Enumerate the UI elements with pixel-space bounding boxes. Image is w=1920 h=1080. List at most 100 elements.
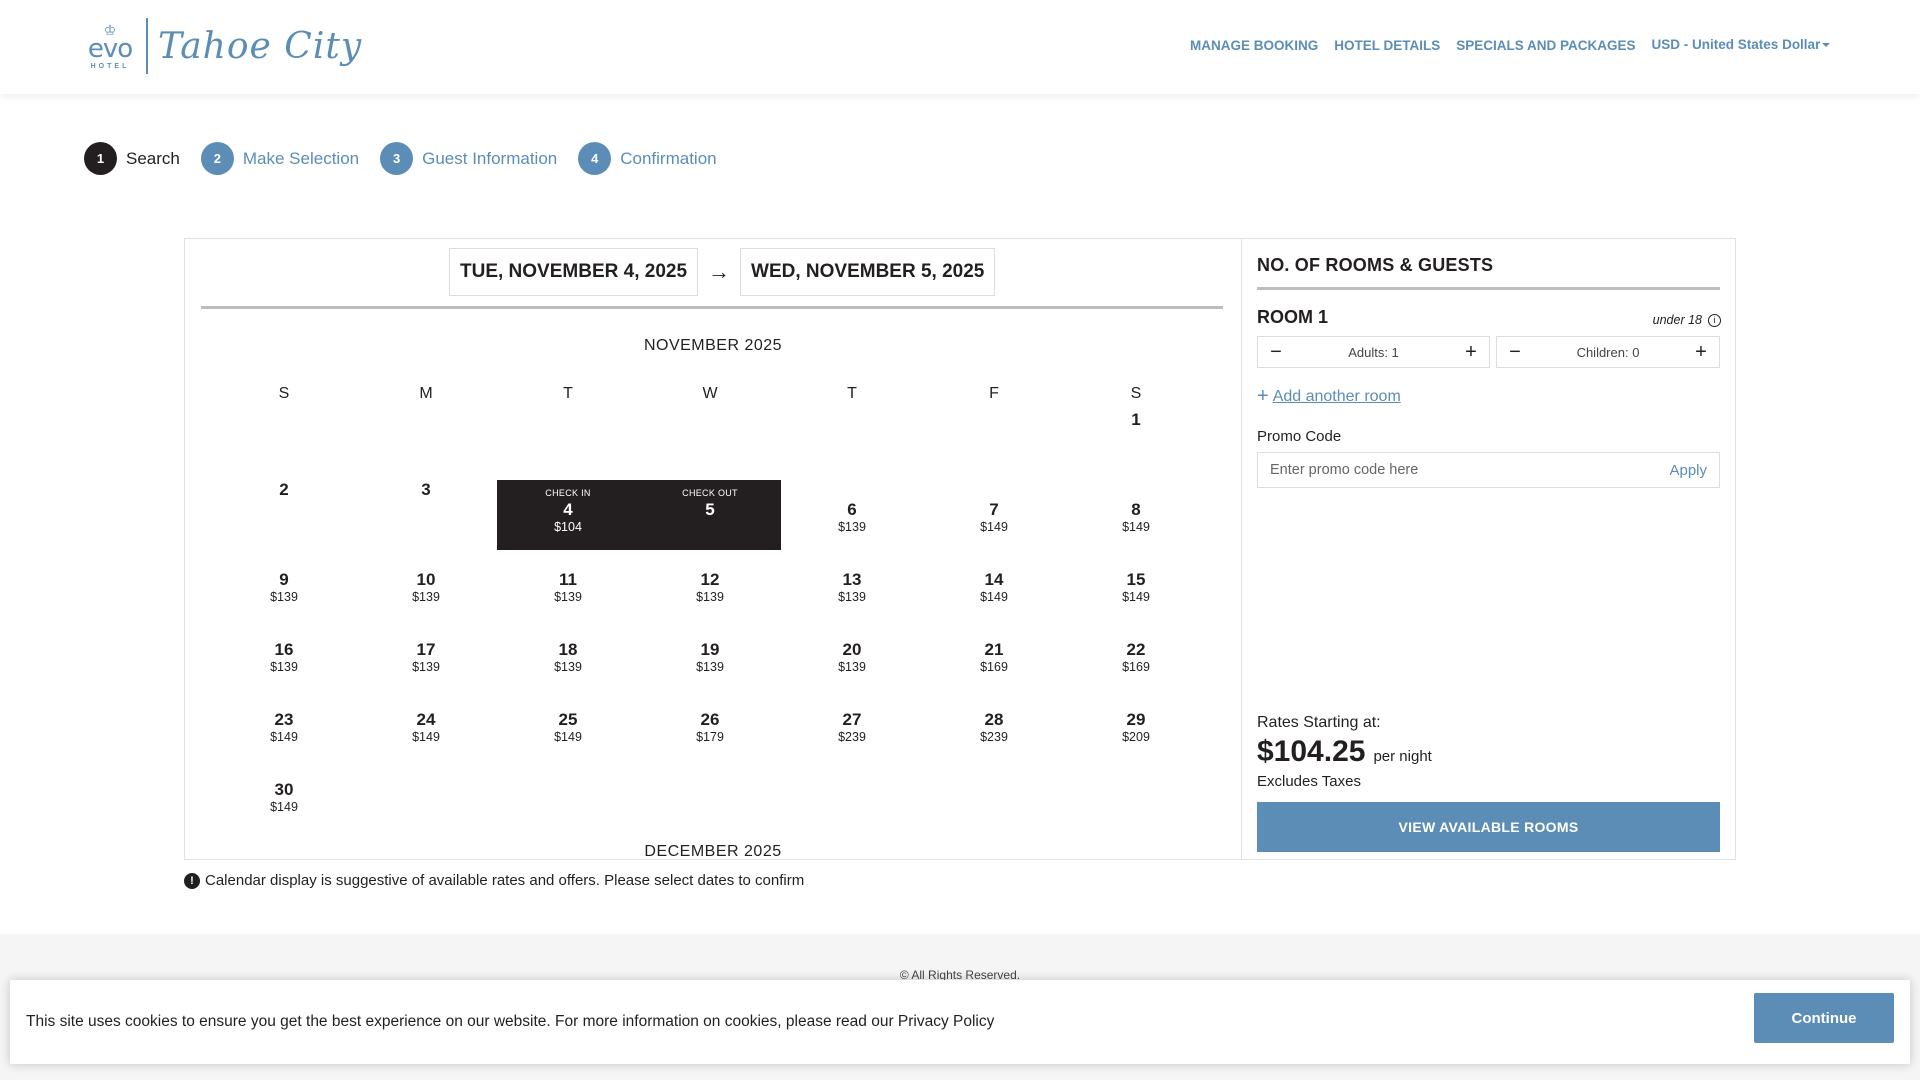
step-label: Search <box>126 148 180 168</box>
day-price: $139 <box>554 660 582 674</box>
calendar-day-8[interactable]: 8 $149 <box>1065 480 1207 550</box>
booking-steps: 1 Search 2 Make Selection 3 Guest Inform… <box>84 142 738 175</box>
step-number: 2 <box>200 142 234 175</box>
calendar-day-17[interactable]: 17 $139 <box>355 620 497 690</box>
step-label: Guest Information <box>422 148 558 168</box>
calendar-day-18[interactable]: 18 $139 <box>497 620 639 690</box>
calendar-day-30[interactable]: 30 $149 <box>213 760 355 830</box>
calendar-day-24[interactable]: 24 $149 <box>355 690 497 760</box>
day-number: 1 <box>1131 410 1141 429</box>
promo-code-input[interactable] <box>1270 462 1600 478</box>
calendar-day-14[interactable]: 14 $149 <box>923 550 1065 620</box>
check-in-date[interactable]: TUE, NOVEMBER 4, 2025 <box>449 248 699 296</box>
calendar-day-25[interactable]: 25 $149 <box>497 690 639 760</box>
rate-price: $104.25 <box>1257 735 1366 768</box>
adults-value: Adults: 1 <box>1348 344 1399 360</box>
day-number: 17 <box>416 640 436 659</box>
hotel-logo[interactable]: ♔ evo HOTEL Tahoe City <box>86 16 362 76</box>
add-another-room-link[interactable]: + Add another room <box>1257 385 1401 408</box>
exclamation-icon: ! <box>184 872 200 889</box>
calendar-day-27[interactable]: 27 $239 <box>781 690 923 760</box>
day-number: 7 <box>989 500 999 519</box>
day-number: 18 <box>558 640 578 659</box>
day-price: $139 <box>838 660 866 674</box>
day-number: 9 <box>279 570 289 589</box>
children-stepper: − Children: 0 + <box>1496 336 1720 368</box>
nav-hotel-details[interactable]: HOTEL DETAILS <box>1334 38 1440 53</box>
calendar-day-22[interactable]: 22 $169 <box>1065 620 1207 690</box>
day-price: $139 <box>270 590 298 604</box>
excludes-taxes: Excludes Taxes <box>1257 773 1361 790</box>
day-number: 23 <box>274 710 294 729</box>
calendar-day-13[interactable]: 13 $139 <box>781 550 923 620</box>
adults-increment-button[interactable]: + <box>1453 337 1489 367</box>
calendar-day-29[interactable]: 29 $209 <box>1065 690 1207 760</box>
logo-divider <box>146 18 148 74</box>
day-number: 4 <box>563 500 573 519</box>
day-number: 12 <box>700 570 720 589</box>
calendar-day-7[interactable]: 7 $149 <box>923 480 1065 550</box>
children-decrement-button[interactable]: − <box>1497 337 1533 367</box>
step-make-selection[interactable]: 2 Make Selection <box>200 142 360 175</box>
calendar-day-11[interactable]: 11 $139 <box>497 550 639 620</box>
calendar-day-21[interactable]: 21 $169 <box>923 620 1065 690</box>
day-number: 29 <box>1126 710 1146 729</box>
weekday-header: W <box>702 385 718 402</box>
children-increment-button[interactable]: + <box>1683 337 1719 367</box>
weekday-header: F <box>989 385 999 402</box>
promo-code-box: Apply <box>1257 452 1720 488</box>
day-price: $239 <box>838 730 866 744</box>
calendar-day-4[interactable]: CHECK IN 4 $104 <box>497 480 639 550</box>
calendar-day-23[interactable]: 23 $149 <box>213 690 355 760</box>
step-number: 1 <box>84 142 117 175</box>
date-range: TUE, NOVEMBER 4, 2025 → WED, NOVEMBER 5,… <box>449 248 996 296</box>
calendar-day-5[interactable]: CHECK OUT 5 <box>639 480 781 550</box>
nav-manage-booking[interactable]: MANAGE BOOKING <box>1190 38 1318 53</box>
calendar-day-20[interactable]: 20 $139 <box>781 620 923 690</box>
day-price: $149 <box>980 590 1008 604</box>
step-confirmation[interactable]: 4 Confirmation <box>578 142 717 175</box>
day-number: 13 <box>842 570 862 589</box>
day-number: 15 <box>1126 570 1146 589</box>
promo-apply-button[interactable]: Apply <box>1669 462 1707 479</box>
calendar-panel: TUE, NOVEMBER 4, 2025 → WED, NOVEMBER 5,… <box>185 239 1241 859</box>
calendar-day-26[interactable]: 26 $179 <box>639 690 781 760</box>
weekday-header: S <box>1130 385 1142 402</box>
adults-decrement-button[interactable]: − <box>1258 337 1294 367</box>
step-number: 4 <box>578 142 612 175</box>
rooms-guests-panel: NO. OF ROOMS & GUESTS ROOM 1 under 18 i … <box>1241 239 1735 859</box>
day-number: 30 <box>274 780 294 799</box>
calendar-day-9[interactable]: 9 $139 <box>213 550 355 620</box>
day-price: $149 <box>1122 590 1150 604</box>
under-18-text: under 18 <box>1652 313 1702 327</box>
calendar-day-10[interactable]: 10 $139 <box>355 550 497 620</box>
view-available-rooms-button[interactable]: VIEW AVAILABLE ROOMS <box>1257 802 1720 852</box>
weekday-header: T <box>563 385 573 402</box>
day-number: 21 <box>984 640 1004 659</box>
day-price: $139 <box>838 520 866 534</box>
calendar-day-15[interactable]: 15 $149 <box>1065 550 1207 620</box>
month-title: NOVEMBER 2025 <box>643 337 783 354</box>
calendar-day-6[interactable]: 6 $139 <box>781 480 923 550</box>
adults-stepper: − Adults: 1 + <box>1257 336 1490 368</box>
day-price: $139 <box>838 590 866 604</box>
step-search[interactable]: 1 Search <box>84 142 180 175</box>
calendar-day-19[interactable]: 19 $139 <box>639 620 781 690</box>
info-icon[interactable]: i <box>1708 313 1721 327</box>
step-guest-information[interactable]: 3 Guest Information <box>380 142 557 175</box>
day-number: 11 <box>559 570 577 589</box>
day-price: $149 <box>1122 520 1150 534</box>
step-label: Make Selection <box>242 148 360 168</box>
day-number: 14 <box>984 570 1004 589</box>
calendar-day-12[interactable]: 12 $139 <box>639 550 781 620</box>
calendar-disclaimer: ! Calendar display is suggestive of avai… <box>184 872 804 889</box>
calendar-day-1: 1 <box>1065 410 1207 480</box>
day-price: $139 <box>554 590 582 604</box>
date-underline <box>201 306 1223 309</box>
calendar-day-16[interactable]: 16 $139 <box>213 620 355 690</box>
cookie-continue-button[interactable]: Continue <box>1754 993 1894 1043</box>
currency-dropdown[interactable]: USD - United States Dollar <box>1652 37 1831 53</box>
calendar-day-28[interactable]: 28 $239 <box>923 690 1065 760</box>
nav-specials-packages[interactable]: SPECIALS AND PACKAGES <box>1456 38 1635 53</box>
check-out-date[interactable]: WED, NOVEMBER 5, 2025 <box>740 248 996 296</box>
